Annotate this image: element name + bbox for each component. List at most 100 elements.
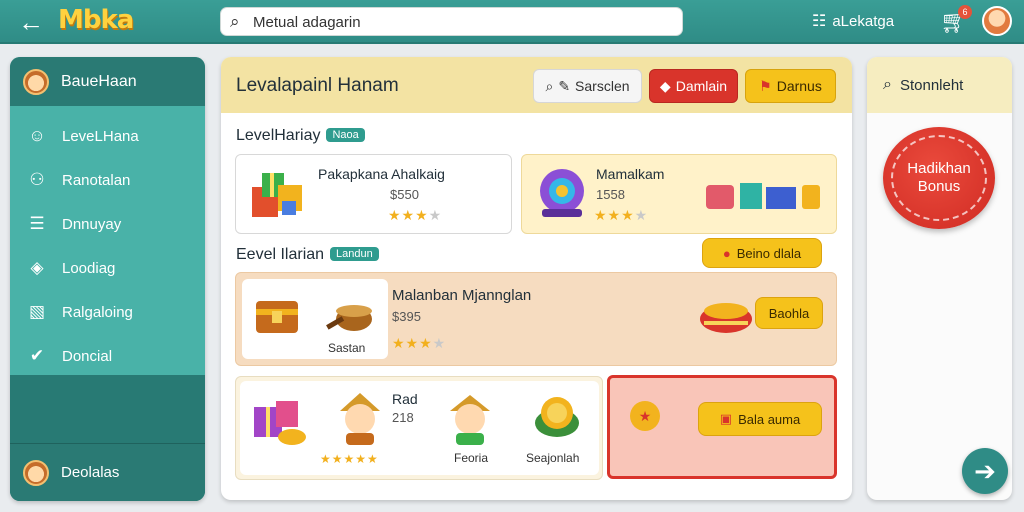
avatar-icon [23,68,49,95]
sidebar-footer[interactable]: Deolalas [10,443,205,501]
pencil-icon: ✎ [558,77,571,94]
main-header: Levalapainl Hanam ⌕ ✎ Sarsclen ◆ Damlain… [221,57,852,113]
search-icon: ⌕ [883,76,892,93]
product-caption: Feoria [454,451,489,465]
sidebar-item-4[interactable]: ◈ Loodiag [10,246,205,290]
treasure-chest-icon [256,301,298,333]
gift-pile-icon [254,401,306,445]
arrow-right-icon: ➔ [974,456,996,486]
product-price: $395 [392,309,421,324]
shield-icon: ◈ [30,258,44,277]
product-name: Pakapkana Ahalkaig [318,166,445,182]
rating-stars: ★★★★★ [320,452,379,466]
product-name: Rad [392,391,418,407]
main-panel: Levalapainl Hanam ⌕ ✎ Sarsclen ◆ Damlain… [221,57,852,500]
sidebar: BaueHaan ☺ LeveLHana ⚇ Ranotalan ☰ Dnnuy… [10,57,205,501]
yellow-action-button[interactable]: ⚑ Darnus [745,69,836,103]
logo-text: Mbka [58,5,134,35]
product-price: 218 [392,410,414,425]
person-icon: ☺ [28,126,46,145]
toy-blocks-icon [706,183,820,209]
product-card-1[interactable]: Pakapkana Ahalkaig $550 ★★★★ [235,154,512,234]
sort-pill-button[interactable]: ● Beino dlala [702,238,822,268]
new-tag: Naoa [326,128,365,142]
product-card-4[interactable]: Rad 218 ★★★★★ Feoria Seajonlah [235,376,603,480]
check-icon: ✔ [29,346,45,365]
cooking-pot-icon [326,305,372,331]
rating-stars: ★★★★ [392,335,447,351]
product-caption: Seajonlah [526,451,580,465]
search-icon: ⌕ [230,12,240,31]
add-button-label: Baohla [768,305,810,321]
filter-icon: ☷ [812,13,827,30]
top-bar: ← Mbka ⌕ ☷ aLekatga 🛒︎ 6 [0,0,1024,44]
section-heading-1: LevelHariay Naoa [236,127,365,145]
sidebar-item-label: Ranotalan [62,171,131,189]
product-price: $550 [390,187,419,202]
sidebar-item-1[interactable]: ☺ LeveLHana [10,114,205,158]
search-icon: ⌕ [545,77,554,94]
pill-label: Beino dlala [736,245,802,261]
gift-icon: ▣ [719,411,733,426]
red-button-label: Damlain [675,78,728,94]
add-button[interactable]: Baohla [755,297,823,329]
right-panel-title: Stonnleht [899,76,964,94]
sidebar-nav: ☺ LeveLHana ⚇ Ranotalan ☰ Dnnuyay ◈ Lood… [10,106,205,378]
girl-character-icon [340,393,380,445]
product-card-2[interactable]: Mamalkam 1558 ★★★★ [521,154,837,234]
rating-stars: ★★★★ [594,207,649,223]
sidebar-item-label: Ralgaloing [62,303,133,321]
cart-button[interactable]: 🛒︎ 6 [940,5,972,36]
sidebar-item-label: Loodiag [62,259,116,277]
tag-icon: ◆ [659,77,671,94]
sidebar-item-label: Dnnuyay [62,215,122,233]
avatar-icon [23,459,49,486]
section-heading-2: Eevel Ilarian Landun [236,246,379,264]
bonus-badge[interactable]: Hadikhan Bonus [883,127,995,229]
search-bar[interactable]: ⌕ [220,7,683,36]
account-label: aLekatga [832,13,895,30]
yellow-button-label: Darnus [776,78,822,94]
list-icon: ☰ [29,214,45,233]
right-panel: ⌕ Stonnleht Hadikhan Bonus [867,57,1012,500]
product-caption: Sastan [328,341,366,355]
next-arrow-button[interactable]: ➔ [962,448,1008,494]
gift-boxes-icon [252,173,302,217]
sidebar-item-3[interactable]: ☰ Dnnuyay [10,202,205,246]
app-logo[interactable]: Mbka [58,5,134,37]
rating-stars: ★★★★ [388,207,443,223]
section-label: LevelHariay [236,127,321,144]
sidebar-header-label: BaueHaan [61,72,137,90]
boy-character-icon [450,395,490,445]
promo-button-label: Bala auma [738,411,801,427]
sidebar-item-6[interactable]: ✔ Doncial [10,334,205,378]
section-label: Eevel Ilarian [236,246,325,263]
sidebar-item-2[interactable]: ⚇ Ranotalan [10,158,205,202]
sidebar-item-5[interactable]: ▧ Ralgaloing [10,290,205,334]
account-menu[interactable]: ☷ aLekatga [812,11,894,31]
bonus-line-1: Hadikhan [907,160,971,177]
bonus-line-2: Bonus [917,178,961,195]
red-action-button[interactable]: ◆ Damlain [649,69,738,103]
page-title: Levalapainl Hanam [236,75,399,96]
user-avatar[interactable] [982,6,1012,36]
user-icon: ⚇ [29,170,45,189]
toy-drum-icon [700,303,752,333]
product-name: Mamalkam [596,166,665,182]
chart-icon: ▧ [28,302,46,321]
svg-text:★: ★ [639,409,652,425]
back-arrow-icon[interactable]: ← [18,8,48,36]
search-button-label: Sarsclen [575,78,630,94]
sidebar-footer-label: Deolalas [61,464,120,481]
search-button[interactable]: ⌕ ✎ Sarsclen [533,69,642,103]
product-card-3[interactable]: Sastan Malanban Mjannglan $395 ★★★★ Baoh… [235,272,837,366]
star-badge-icon: ★ [630,401,660,431]
sidebar-header[interactable]: BaueHaan [10,57,205,106]
sidebar-item-label: LeveLHana [62,127,139,145]
cart-badge: 6 [958,5,972,19]
sidebar-item-label: Doncial [62,347,113,365]
product-price: 1558 [596,187,625,202]
search-input[interactable] [253,12,673,32]
promo-button[interactable]: ▣ Bala auma [698,402,822,436]
promo-card[interactable]: ★ ▣ Bala auma [607,375,837,479]
